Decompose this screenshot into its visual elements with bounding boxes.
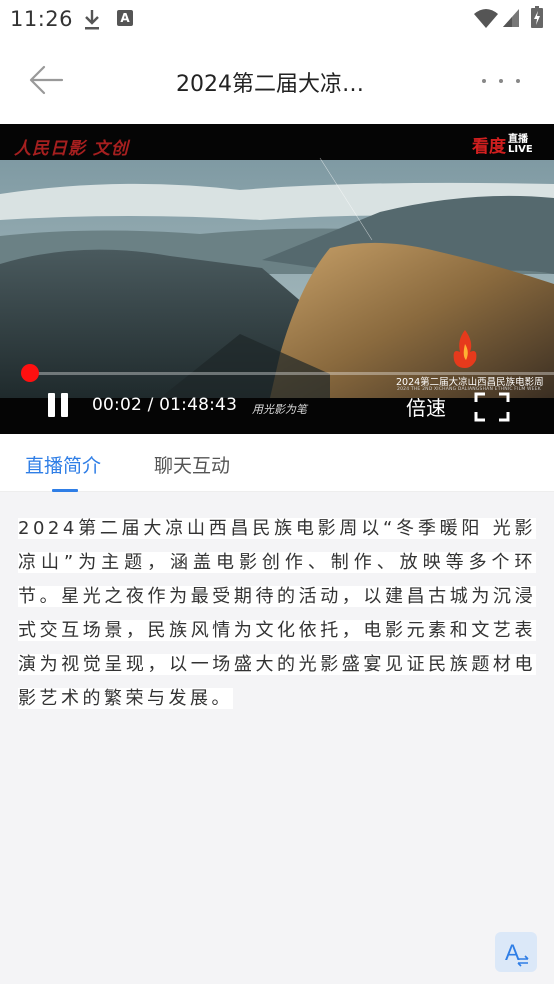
signal-icon [503,9,519,27]
pause-button[interactable] [46,392,70,418]
logo-side-text: 直播 LIVE [508,135,533,155]
intro-text: 2024第二届大凉山西昌民族电影周以“冬季暖阳 光影凉山”为主题，涵盖电影创作、… [18,518,536,709]
battery-charging-icon [531,6,543,28]
arrow-left-icon[interactable] [28,64,64,96]
download-icon [85,10,99,30]
svg-text:A: A [505,940,520,965]
wifi-icon [474,9,498,28]
current-time: 00:02 [92,395,142,415]
font-app-icon: A [117,10,133,26]
page-title: 2024第二届大凉… [176,72,364,97]
total-duration: 01:48:43 [159,395,238,415]
intro-panel: 2024第二届大凉山西昌民族电影周以“冬季暖阳 光影凉山”为主题，涵盖电影创作、… [0,492,554,984]
font-size-icon: A [505,940,529,967]
kandu-live-logo: 看度 直播 LIVE [472,132,533,158]
video-slogan: 用光影为笔 [252,403,307,416]
time-separator: / [142,395,160,415]
fullscreen-icon[interactable] [474,392,510,422]
brand-logo-left: 人民日影 文创 [14,139,129,159]
navigation-bar: 2024第二届大凉… [0,38,554,124]
font-size-button[interactable]: A [495,932,537,972]
playback-time: 00:02 / 01:48:43 [92,395,237,415]
status-time: 11:26 [10,7,74,31]
festival-caption: 2024第二届大凉山西昌民族电影周 [396,377,544,388]
playback-speed-button[interactable]: 倍速 [406,392,446,421]
tab-bar: 直播简介 聊天互动 [0,434,554,492]
more-dots-icon[interactable] [476,68,526,94]
progress-thumb[interactable] [21,364,39,382]
flame-emblem-icon [453,330,477,368]
logo-main-text: 看度 [472,137,506,157]
status-bar: 11:26 A [0,0,554,38]
intro-paragraph: 2024第二届大凉山西昌民族电影周以“冬季暖阳 光影凉山”为主题，涵盖电影创作、… [18,512,536,716]
tab-chat[interactable]: 聊天互动 [154,451,230,478]
video-progress-bar[interactable] [30,372,554,375]
logo-live-en: LIVE [508,144,533,155]
video-player[interactable]: 人民日影 文创 看度 直播 LIVE 2024第二届大凉山西昌民族电影周 202… [0,124,554,434]
tab-live-intro[interactable]: 直播简介 [25,451,101,478]
